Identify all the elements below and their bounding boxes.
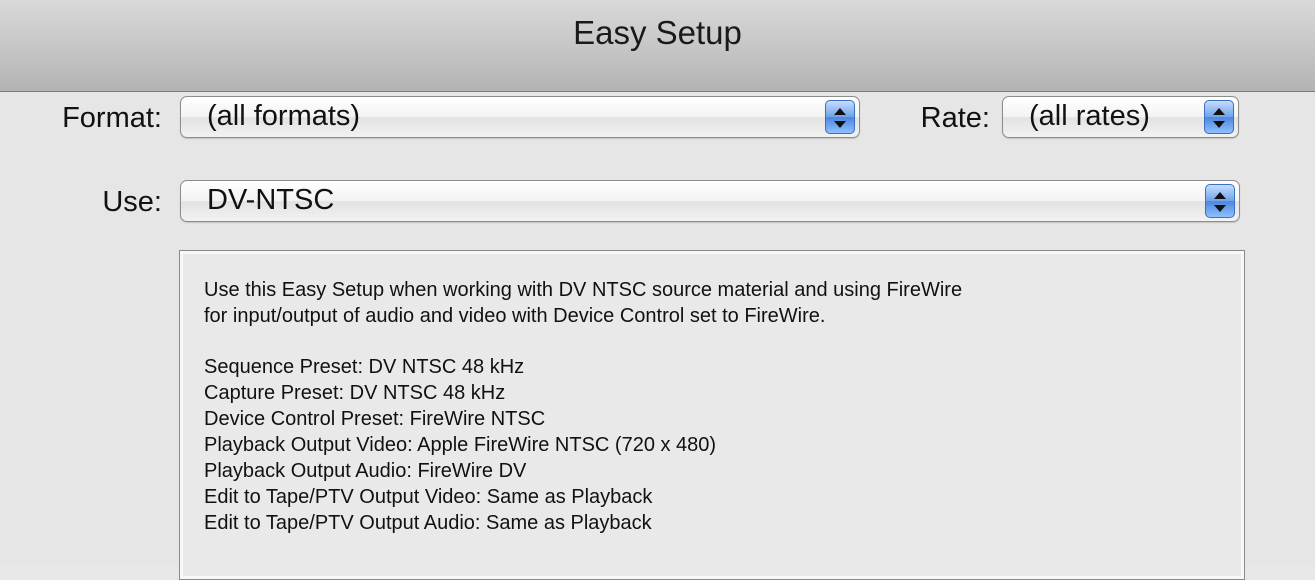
edit-to-tape-video-line: Edit to Tape/PTV Output Video: Same as P… (204, 486, 653, 508)
description-intro-line: Use this Easy Setup when working with DV… (204, 279, 963, 301)
device-control-preset-line: Device Control Preset: FireWire NTSC (204, 408, 546, 430)
format-label: Format: (62, 102, 162, 134)
format-value: (all formats) (207, 100, 361, 132)
window-title: Easy Setup (573, 14, 742, 51)
description-box: Use this Easy Setup when working with DV… (179, 250, 1245, 580)
use-label: Use: (102, 186, 162, 218)
playback-output-audio-line: Playback Output Audio: FireWire DV (204, 460, 527, 482)
description-intro-line: for input/output of audio and video with… (204, 305, 826, 327)
format-popup[interactable]: (all formats) (180, 96, 860, 138)
description-text: Use this Easy Setup when working with DV… (204, 277, 1224, 536)
up-down-arrows-icon (1205, 184, 1235, 218)
rate-label: Rate: (920, 102, 990, 134)
capture-preset-line: Capture Preset: DV NTSC 48 kHz (204, 382, 506, 404)
use-value: DV-NTSC (207, 184, 335, 216)
sequence-preset-line: Sequence Preset: DV NTSC 48 kHz (204, 356, 525, 378)
use-popup[interactable]: DV-NTSC (180, 180, 1240, 222)
edit-to-tape-audio-line: Edit to Tape/PTV Output Audio: Same as P… (204, 512, 652, 534)
rate-value: (all rates) (1029, 100, 1150, 132)
title-bar: Easy Setup (0, 0, 1315, 92)
rate-popup[interactable]: (all rates) (1002, 96, 1239, 138)
up-down-arrows-icon (1204, 100, 1234, 134)
playback-output-video-line: Playback Output Video: Apple FireWire NT… (204, 434, 717, 456)
up-down-arrows-icon (825, 100, 855, 134)
